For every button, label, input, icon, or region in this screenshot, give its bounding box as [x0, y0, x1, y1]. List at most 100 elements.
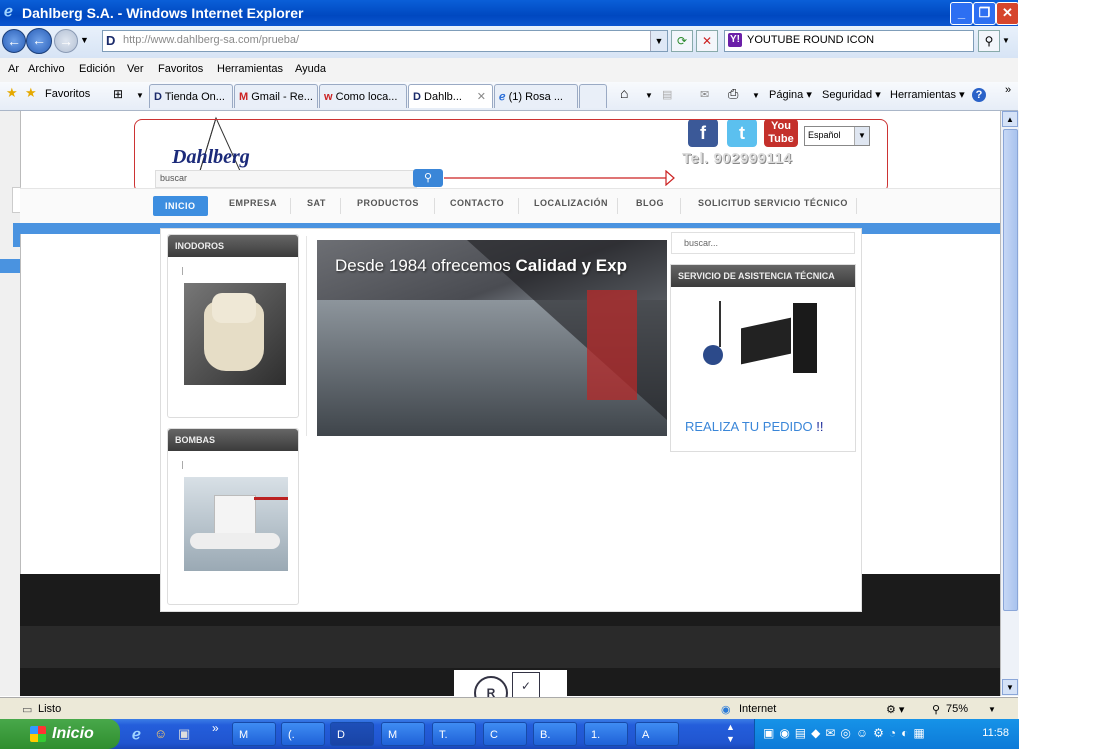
home-dropdown-icon[interactable]: ▼	[645, 91, 653, 100]
more-chevron-icon[interactable]: »	[1005, 84, 1011, 96]
nav-sat[interactable]: SAT	[307, 198, 326, 208]
category-bombas[interactable]: BOMBAS	[167, 428, 299, 605]
nav-inicio[interactable]: INICIO	[153, 196, 208, 216]
address-field[interactable]: D http://www.dahlberg-sa.com/prueba/ ▼	[102, 30, 668, 52]
site-favicon-icon: D	[106, 33, 116, 48]
messenger-quicklaunch-icon[interactable]: ☺	[154, 726, 167, 741]
search-go-button[interactable]: ⚲	[978, 30, 1000, 52]
certification-seals: R ✓	[454, 670, 567, 710]
print-icon[interactable]: ⎙	[728, 86, 738, 102]
tab-gmail[interactable]: M Gmail - Re...	[234, 84, 318, 108]
status-bar: ▭ Listo ◉ Internet ⚙ ▾ ⚲ 75% ▼	[0, 697, 1018, 720]
order-link[interactable]: REALIZA TU PEDIDO !!	[685, 419, 824, 434]
menu-herramientas[interactable]: Herramientas	[217, 63, 283, 75]
taskbar-item[interactable]: 1.	[584, 722, 628, 746]
nav-productos[interactable]: PRODUCTOS	[357, 198, 419, 208]
scroll-up-icon[interactable]: ▲	[1002, 111, 1018, 127]
taskbar-scroll-icon[interactable]: ▲ ▼	[726, 721, 735, 745]
scroll-down-icon[interactable]: ▼	[1002, 679, 1018, 695]
close-button[interactable]: ✕	[996, 2, 1019, 25]
scrollbar-thumb[interactable]	[1003, 129, 1018, 611]
tools-menu[interactable]: Herramientas ▾	[890, 88, 965, 101]
protected-mode-icon[interactable]: ⚙ ▾	[886, 703, 904, 716]
taskbar-item[interactable]: D	[330, 722, 374, 746]
tab-dahlberg[interactable]: D Dahlb... ✕	[408, 84, 493, 108]
taskbar-item[interactable]: B.	[533, 722, 577, 746]
quicklaunch-more-icon[interactable]: »	[212, 721, 219, 735]
category-title: INODOROS	[168, 235, 298, 257]
taskbar-item[interactable]: M	[232, 722, 276, 746]
tab-rosa[interactable]: ℯ (1) Rosa ...	[494, 84, 578, 108]
home-icon[interactable]: ⌂	[620, 85, 628, 101]
page-menu-label: Página	[769, 89, 804, 101]
close-tab-icon[interactable]: ✕	[477, 85, 486, 108]
status-page-icon: ▭	[22, 704, 33, 716]
toilet-product-image[interactable]	[184, 283, 286, 385]
taskbar-item[interactable]: C	[483, 722, 527, 746]
security-menu[interactable]: Seguridad ▾	[822, 88, 881, 101]
menu-favoritos[interactable]: Favoritos	[158, 63, 203, 75]
menu-ar[interactable]: Ar	[8, 63, 19, 75]
left-panel-strip	[0, 111, 21, 696]
refresh-button[interactable]: ⟳	[671, 30, 693, 52]
windows-logo-icon	[30, 726, 46, 742]
menu-ayuda[interactable]: Ayuda	[295, 63, 326, 75]
menu-edicion[interactable]: Edición	[79, 63, 115, 75]
taskbar-item[interactable]: T.	[432, 722, 476, 746]
marine-electronics-image[interactable]	[693, 297, 823, 387]
search-options-icon[interactable]: ▼	[1002, 36, 1010, 45]
pump-product-image[interactable]	[184, 477, 288, 571]
back-icon-button[interactable]: ←	[26, 28, 52, 54]
tab-tienda[interactable]: D Tienda On...	[149, 84, 233, 108]
back-button[interactable]: ←	[2, 29, 26, 53]
tab-label: Gmail - Re...	[251, 91, 313, 103]
forward-button[interactable]: →	[54, 29, 78, 53]
maximize-button[interactable]: ❐	[973, 2, 996, 25]
mail-icon[interactable]: ✉	[700, 88, 709, 101]
favorites-star-icon[interactable]: ★	[25, 85, 37, 101]
check-seal-icon: ✓	[512, 672, 540, 700]
nav-blog[interactable]: BLOG	[636, 198, 664, 208]
address-dropdown-icon[interactable]: ▼	[650, 31, 667, 51]
stop-button[interactable]: ✕	[696, 30, 718, 52]
history-dropdown-icon[interactable]: ▼	[80, 35, 89, 45]
service-title: SERVICIO DE ASISTENCIA TÉCNICA	[671, 265, 855, 287]
zoom-dropdown-icon[interactable]: ▼	[988, 705, 996, 714]
new-tab[interactable]	[579, 84, 607, 108]
tab-list-dropdown-icon[interactable]: ▼	[136, 91, 144, 100]
quick-tabs-icon[interactable]: ⊞	[113, 87, 123, 101]
menu-ver[interactable]: Ver	[127, 63, 144, 75]
ie-quicklaunch-icon[interactable]: ℯ	[132, 725, 141, 743]
vertical-scrollbar[interactable]: ▲ ▼	[1000, 111, 1019, 696]
tab-como-loca[interactable]: w Como loca...	[319, 84, 407, 108]
taskbar-item[interactable]: (.	[281, 722, 325, 746]
order-exclamation: !!	[816, 419, 824, 434]
start-button[interactable]: Inicio	[0, 719, 120, 749]
page-menu[interactable]: Página ▾	[769, 88, 812, 101]
help-icon[interactable]: ?	[972, 88, 986, 102]
taskbar-item[interactable]: M	[381, 722, 425, 746]
menu-bar: Ar Archivo Edición Ver Favoritos Herrami…	[0, 58, 1018, 83]
menu-archivo[interactable]: Archivo	[28, 63, 65, 75]
search-box[interactable]: Y! YOUTUBE ROUND ICON	[724, 30, 974, 52]
desktop-quicklaunch-icon[interactable]: ▣	[178, 726, 190, 742]
nav-solicitud[interactable]: SOLICITUD SERVICIO TÉCNICO	[698, 198, 848, 208]
zoom-icon[interactable]: ⚲	[932, 703, 940, 716]
tab-label: Tienda On...	[164, 91, 225, 103]
favorites-label[interactable]: Favoritos	[45, 88, 90, 100]
zoom-level[interactable]: 75%	[946, 703, 968, 715]
sidebar-search-input[interactable]: buscar...	[671, 232, 855, 254]
taskbar-item[interactable]: A	[635, 722, 679, 746]
search-query: YOUTUBE ROUND ICON	[747, 34, 875, 46]
tray-icons[interactable]: ▣◉▤◆✉◎☺⚙◔◐▦	[763, 726, 930, 740]
print-dropdown-icon[interactable]: ▼	[752, 91, 760, 100]
feeds-icon[interactable]: ▤	[662, 88, 672, 101]
hero-banner[interactable]: Desde 1984 ofrecemos Calidad y Exp	[317, 240, 667, 436]
add-favorite-star-icon[interactable]: ★	[6, 85, 18, 101]
minimize-button[interactable]: _	[950, 2, 973, 25]
nav-empresa[interactable]: EMPRESA	[229, 198, 277, 208]
nav-contacto[interactable]: CONTACTO	[450, 198, 504, 208]
nav-localizacion[interactable]: LOCALIZACIÓN	[534, 198, 608, 208]
category-inodoros[interactable]: INODOROS	[167, 234, 299, 418]
banner-text: Desde 1984 ofrecemos	[335, 256, 516, 275]
